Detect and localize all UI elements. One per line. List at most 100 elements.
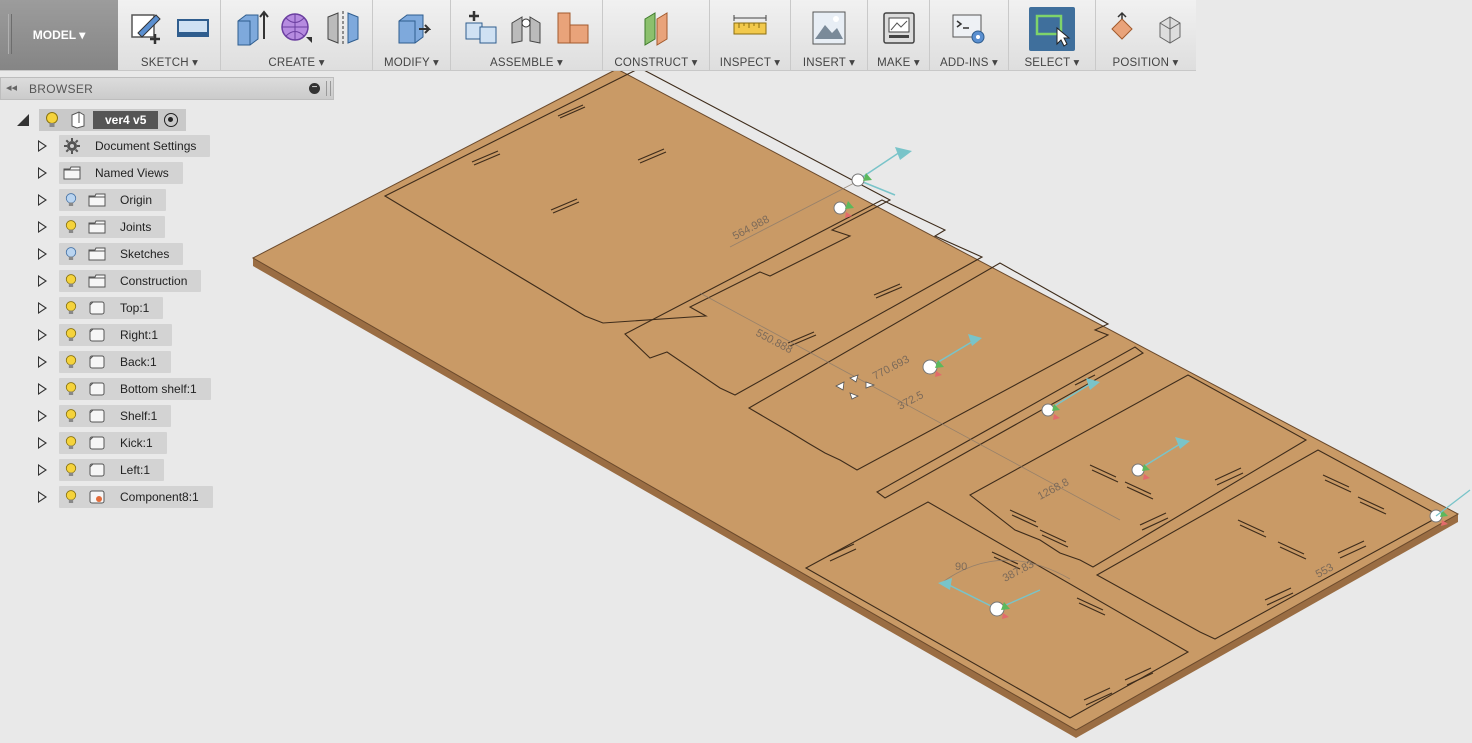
- collapse-browser-icon[interactable]: ◂◂: [6, 81, 17, 94]
- component-icon: [88, 353, 106, 371]
- collapse-root-icon[interactable]: [17, 114, 29, 126]
- joint-gizmo[interactable]: [851, 147, 912, 196]
- extrude-icon[interactable]: [232, 9, 270, 47]
- 3d-print-icon[interactable]: [880, 9, 918, 47]
- bulb-on-icon[interactable]: [62, 407, 80, 425]
- mirror-icon[interactable]: [324, 9, 362, 47]
- position-group: POSITION ▾: [1096, 0, 1195, 70]
- folder-icon: [63, 164, 81, 182]
- browser-item-pill[interactable]: Document Settings: [59, 135, 211, 157]
- measure-icon[interactable]: [731, 9, 769, 47]
- assemble-menu[interactable]: ASSEMBLE ▾: [451, 55, 602, 69]
- modify-menu[interactable]: MODIFY ▾: [373, 55, 450, 69]
- sketch-menu[interactable]: SKETCH ▾: [119, 55, 220, 69]
- select-menu[interactable]: SELECT ▾: [1009, 55, 1095, 69]
- insert-menu[interactable]: INSERT ▾: [791, 55, 867, 69]
- create-group: CREATE ▾: [221, 0, 373, 70]
- scripts-addins-icon[interactable]: [950, 9, 988, 47]
- toolbar-grip[interactable]: [8, 14, 12, 54]
- capture-position-icon[interactable]: [1104, 9, 1142, 47]
- bulb-on-icon[interactable]: [62, 272, 80, 290]
- position-menu[interactable]: POSITION ▾: [1096, 55, 1195, 69]
- component-icon: [88, 326, 106, 344]
- expand-icon[interactable]: [38, 491, 47, 503]
- insert-image-icon[interactable]: [810, 9, 848, 47]
- browser-item-label: Named Views: [95, 166, 169, 180]
- bulb-on-icon[interactable]: [62, 299, 80, 317]
- create-sketch-icon[interactable]: [128, 9, 166, 47]
- browser-item-pill[interactable]: Component8:1: [59, 486, 213, 508]
- browser-item-label: Kick:1: [120, 436, 153, 450]
- select-tool-icon[interactable]: [1029, 7, 1075, 51]
- expand-icon[interactable]: [38, 167, 47, 179]
- expand-icon[interactable]: [38, 221, 47, 233]
- make-menu[interactable]: MAKE ▾: [868, 55, 929, 69]
- bulb-on-icon[interactable]: [62, 353, 80, 371]
- browser-item-pill[interactable]: Bottom shelf:1: [59, 378, 211, 400]
- browser-item-pill[interactable]: Right:1: [59, 324, 173, 346]
- bulb-on-icon[interactable]: [62, 380, 80, 398]
- as-built-joint-icon[interactable]: [554, 9, 592, 47]
- revert-position-icon[interactable]: [1150, 9, 1188, 47]
- workspace-label: MODEL ▾: [32, 28, 86, 42]
- browser-item-label: Back:1: [120, 355, 157, 369]
- browser-item-pill[interactable]: Construction: [59, 270, 202, 292]
- expand-icon[interactable]: [38, 464, 47, 476]
- offset-plane-icon[interactable]: [637, 9, 675, 47]
- expand-icon[interactable]: [38, 140, 47, 152]
- workspace-switcher-button[interactable]: MODEL ▾: [0, 0, 118, 70]
- browser-item-label: Component8:1: [120, 490, 199, 504]
- expand-icon[interactable]: [38, 437, 47, 449]
- select-group: SELECT ▾: [1009, 0, 1096, 70]
- expand-icon[interactable]: [38, 410, 47, 422]
- browser-item-label: Origin: [120, 193, 153, 207]
- create-menu[interactable]: CREATE ▾: [221, 55, 372, 69]
- bulb-off-icon[interactable]: [62, 245, 80, 263]
- construct-menu[interactable]: CONSTRUCT ▾: [603, 55, 709, 69]
- browser-item-pill[interactable]: Back:1: [59, 351, 171, 373]
- browser-item-pill[interactable]: Named Views: [59, 162, 183, 184]
- browser-item-pill[interactable]: Left:1: [59, 459, 165, 481]
- bulb-on-icon[interactable]: [62, 434, 80, 452]
- create-form-icon[interactable]: [278, 9, 316, 47]
- browser-item-pill[interactable]: Origin: [59, 189, 167, 211]
- activate-component-icon[interactable]: [164, 113, 179, 127]
- expand-icon[interactable]: [38, 248, 47, 260]
- browser-item-label: Shelf:1: [120, 409, 158, 423]
- browser-item-pill[interactable]: Top:1: [59, 297, 164, 319]
- bulb-on-icon[interactable]: [43, 111, 61, 129]
- expand-icon[interactable]: [38, 194, 47, 206]
- construct-group: CONSTRUCT ▾: [603, 0, 710, 70]
- component-icon: [88, 461, 106, 479]
- addins-menu[interactable]: ADD-INS ▾: [930, 55, 1008, 69]
- bulb-on-icon[interactable]: [62, 488, 80, 506]
- expand-icon[interactable]: [38, 356, 47, 368]
- folder-icon: [88, 245, 106, 263]
- bulb-on-icon[interactable]: [62, 326, 80, 344]
- press-pull-icon[interactable]: [393, 9, 431, 47]
- inspect-group: INSPECT ▾: [710, 0, 791, 70]
- browser-title: BROWSER: [29, 82, 94, 96]
- design-viewport[interactable]: 564.988 550.888 770.693 372.5 1268.8 553…: [0, 0, 1472, 743]
- joint-icon[interactable]: [508, 9, 546, 47]
- browser-item-pill[interactable]: Sketches: [59, 243, 184, 265]
- expand-icon[interactable]: [38, 329, 47, 341]
- expand-icon[interactable]: [38, 275, 47, 287]
- stop-sketch-icon[interactable]: [174, 9, 212, 47]
- bulb-on-icon[interactable]: [62, 461, 80, 479]
- browser-item-label: Left:1: [120, 463, 151, 477]
- minimize-browser-button[interactable]: −: [309, 83, 320, 94]
- component-icon: [88, 407, 106, 425]
- bulb-off-icon[interactable]: [62, 191, 80, 209]
- mdf-sheet[interactable]: [251, 68, 1460, 731]
- bulb-on-icon[interactable]: [62, 218, 80, 236]
- browser-item-pill[interactable]: Kick:1: [59, 432, 167, 454]
- browser-item-pill[interactable]: Shelf:1: [59, 405, 172, 427]
- expand-icon[interactable]: [38, 383, 47, 395]
- expand-icon[interactable]: [38, 302, 47, 314]
- new-component-icon[interactable]: [462, 9, 500, 47]
- browser-header: ◂◂ BROWSER −: [0, 77, 334, 100]
- browser-item-pill[interactable]: Joints: [59, 216, 166, 238]
- inspect-menu[interactable]: INSPECT ▾: [710, 55, 790, 69]
- browser-resize-handle[interactable]: [326, 81, 331, 96]
